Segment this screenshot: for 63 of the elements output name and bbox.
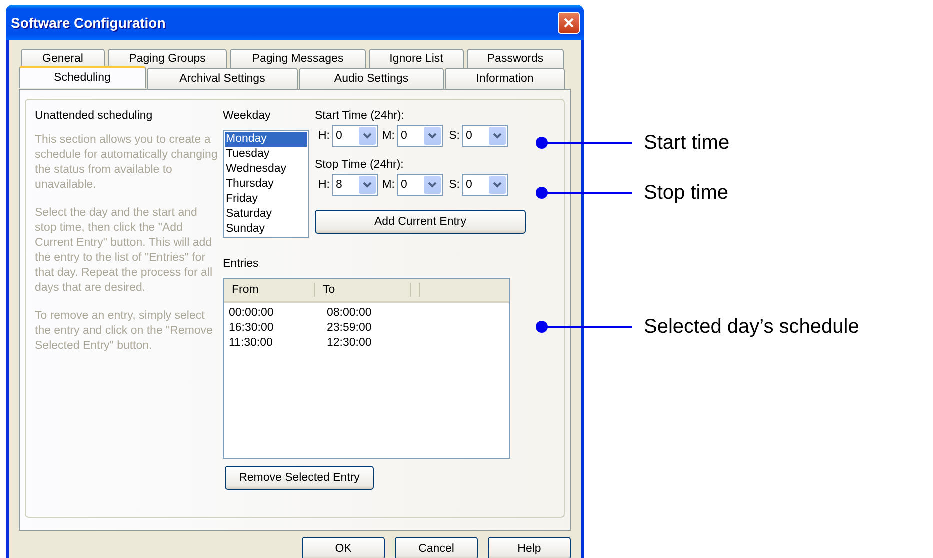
time-dropdown[interactable]: 0 [462, 125, 508, 147]
tab[interactable]: Ignore List [369, 49, 464, 68]
field-label: M: [381, 179, 395, 191]
weekday-label: Weekday [223, 109, 272, 124]
weekday-item[interactable]: Thursday [225, 177, 307, 192]
window-title: Software Configuration [11, 14, 166, 30]
time-label: Stop Time (24hr): [315, 158, 405, 173]
help-text: Select the day and the start and stop time, then click the "Add Current Entry" button. This will add the entry to the list of "Entries" for that day. Repeat the process for all days that are desired. [35, 206, 214, 296]
callout-label: Selected day’s schedule [644, 316, 860, 338]
close-icon[interactable] [563, 16, 575, 28]
field-label: H: [318, 130, 330, 142]
time-dropdown[interactable]: 0 [397, 174, 443, 196]
tab[interactable]: Information [445, 68, 565, 89]
dropdown-value: 0 [401, 130, 408, 142]
table-cell-text: 00:00:00 [228, 306, 275, 321]
weekday-item[interactable]: Saturday [225, 207, 307, 222]
tab[interactable]: General [21, 49, 105, 68]
tab[interactable]: Paging Messages [230, 49, 366, 68]
close-button[interactable] [558, 12, 580, 34]
entries-list[interactable]: From To 00:00:00 08:00:00 16:30:00 23:59:00 11:30:00 12:30:00 [223, 278, 510, 459]
table-cell-text: 16:30:00 [228, 321, 275, 336]
remove-entry-button[interactable]: Remove Selected Entry [225, 466, 374, 490]
tab[interactable]: Scheduling [19, 66, 146, 88]
dropdown-value: 8 [336, 179, 342, 191]
callout-label: Stop time [644, 182, 728, 204]
table-cell-text: 08:00:00 [326, 306, 372, 321]
weekday-item[interactable]: Tuesday [225, 147, 307, 162]
table-cell-text: 23:59:00 [326, 321, 372, 336]
time-label: Start Time (24hr): [315, 109, 406, 124]
dialog-button[interactable]: Cancel [395, 537, 478, 558]
entries-label: Entries [223, 257, 260, 272]
field-label: M: [381, 130, 395, 142]
time-dropdown[interactable]: 8 [332, 174, 378, 196]
time-dropdown[interactable]: 0 [332, 125, 378, 147]
time-dropdown[interactable]: 0 [397, 125, 443, 147]
column-header[interactable]: From [224, 283, 315, 297]
weekday-item[interactable]: Monday [225, 132, 307, 147]
table-cell-text: 11:30:00 [228, 336, 274, 351]
dropdown-value: 0 [401, 179, 408, 191]
dialog-button[interactable]: Help [488, 537, 571, 558]
dropdown-value: 0 [336, 130, 342, 142]
field-label: S: [448, 179, 460, 191]
tab[interactable]: Audio Settings [299, 68, 444, 89]
time-dropdown[interactable]: 0 [462, 174, 508, 196]
help-text: This section allows you to create a schedule for automatically changing the status from available to unavailable. [35, 133, 219, 193]
table-cell-text: 12:30:00 [326, 336, 372, 351]
dialog-button[interactable]: OK [302, 537, 385, 558]
weekday-item[interactable]: Wednesday [225, 162, 307, 177]
column-header[interactable]: To [315, 283, 411, 297]
tab[interactable]: Passwords [467, 49, 564, 68]
tab[interactable]: Archival Settings [147, 68, 298, 89]
field-label: S: [448, 130, 460, 142]
help-text: To remove an entry, simply select the entry and click on the "Remove Selected Entry" button. [35, 309, 214, 354]
tab[interactable]: Paging Groups [108, 49, 227, 68]
section-heading: Unattended scheduling [35, 109, 154, 124]
dropdown-value: 0 [466, 130, 472, 142]
add-entry-button[interactable]: Add Current Entry [315, 210, 526, 234]
callout-label: Start time [644, 132, 730, 154]
weekday-item[interactable]: Friday [225, 192, 307, 207]
field-label: H: [318, 179, 330, 191]
weekday-item[interactable]: Sunday [225, 222, 307, 237]
weekday-list[interactable]: Monday Tuesday Wednesday Thursday Friday Saturday Sunday [223, 130, 309, 238]
dropdown-value: 0 [466, 179, 472, 191]
